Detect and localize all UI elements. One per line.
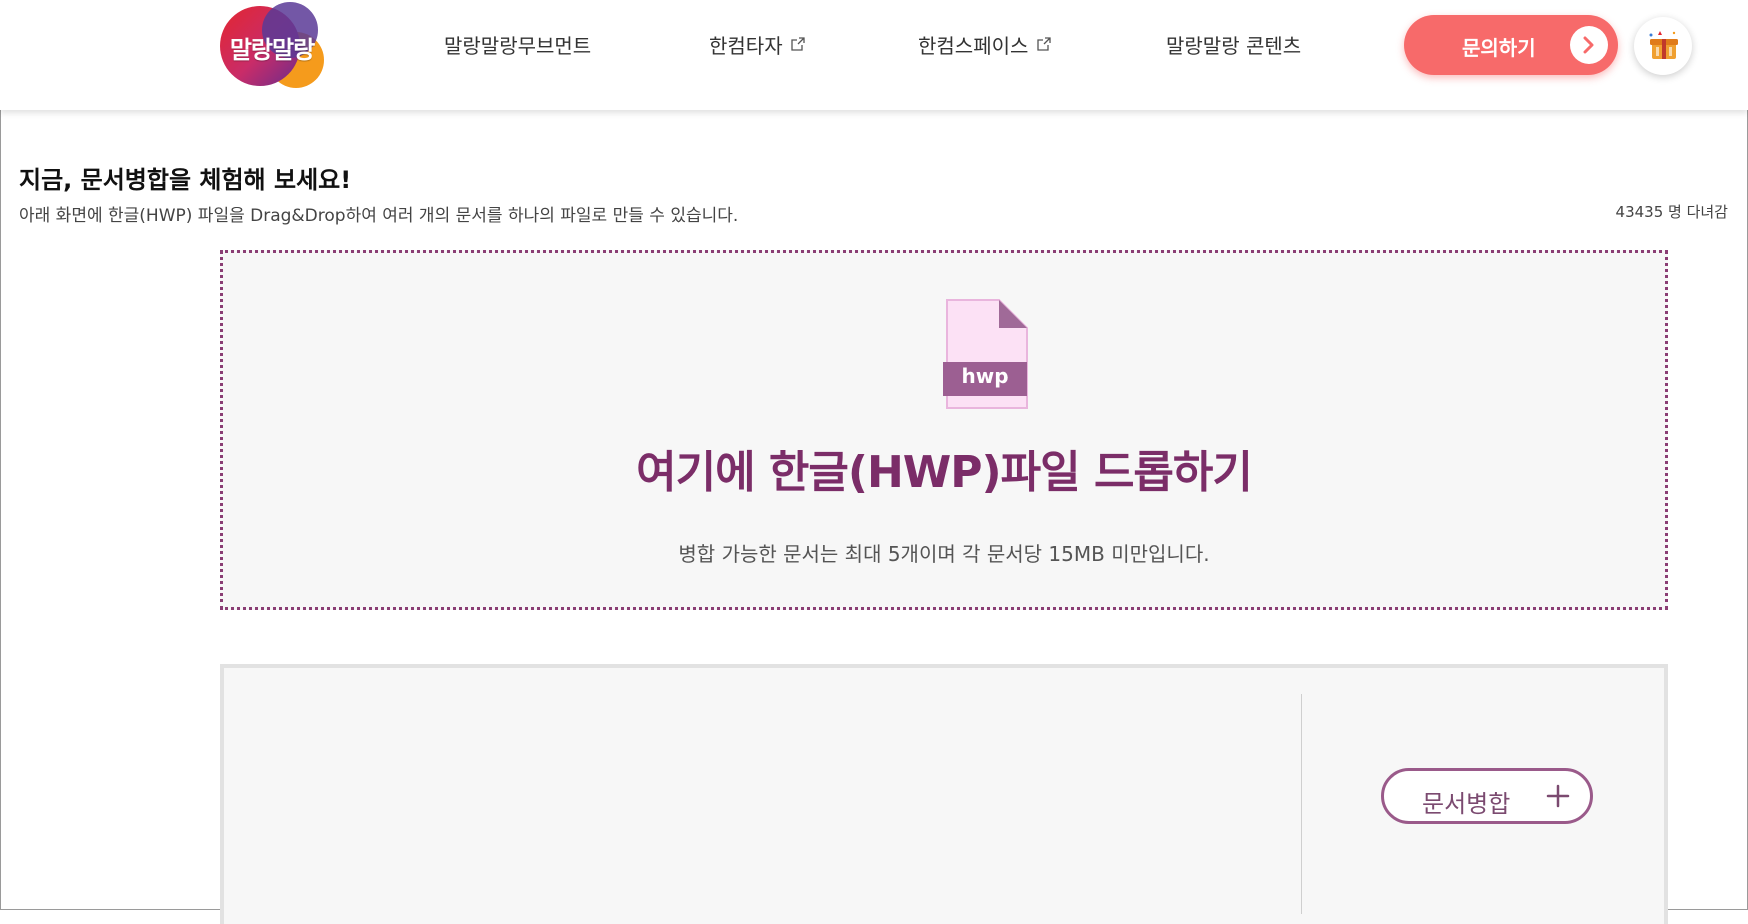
file-list <box>224 668 1300 924</box>
merge-button-label: 문서병합 <box>1422 790 1511 818</box>
drop-zone-hint: 병합 가능한 문서는 최대 5개이며 각 문서당 15MB 미만입니다. <box>678 542 1210 566</box>
contact-button-label: 문의하기 <box>1462 36 1536 60</box>
panel-divider <box>1301 694 1302 914</box>
page-subtitle: 아래 화면에 한글(HWP) 파일을 Drag&Drop하여 여러 개의 문서를… <box>19 206 739 226</box>
plus-icon <box>1546 784 1570 808</box>
nav-item-hancom-typing[interactable]: 한컴타자 <box>709 30 805 59</box>
nav-item-label: 한컴타자 <box>709 34 783 58</box>
chevron-right-icon <box>1570 26 1608 64</box>
nav-item-movement[interactable]: 말랑말랑무브먼트 <box>444 30 591 59</box>
page-title: 지금, 문서병합을 체험해 보세요! <box>19 166 352 194</box>
nav-item-label: 말랑말랑무브먼트 <box>444 34 592 58</box>
logo-text: 말랑말랑 <box>229 36 315 64</box>
nav-item-label: 한컴스페이스 <box>918 34 1029 58</box>
contact-button[interactable]: 문의하기 <box>1404 15 1618 75</box>
malangmalang-logo[interactable]: 말랑말랑 <box>216 0 328 92</box>
drop-zone-title: 여기에 한글(HWP)파일 드롭하기 <box>636 447 1253 498</box>
file-type-badge: hwp <box>961 364 1009 388</box>
merge-panel: 문서병합 <box>220 664 1668 924</box>
visitor-count: 43435 명 다녀감 <box>1615 203 1728 221</box>
hwp-drop-zone[interactable]: hwp 여기에 한글(HWP)파일 드롭하기 병합 가능한 문서는 최대 5개이… <box>220 250 1668 610</box>
external-link-icon <box>791 37 805 51</box>
merge-documents-button[interactable]: 문서병합 <box>1381 768 1593 824</box>
hwp-file-icon: hwp <box>943 298 1029 410</box>
nav-item-label: 말랑말랑 콘텐츠 <box>1166 34 1302 58</box>
site-header: 말랑말랑 말랑말랑무브먼트 한컴타자 한컴스페이스 말랑말랑 콘텐츠 문의하기 <box>0 0 1748 110</box>
external-link-icon <box>1037 37 1051 51</box>
nav-item-contents[interactable]: 말랑말랑 콘텐츠 <box>1166 30 1301 59</box>
gift-box-icon[interactable] <box>1634 17 1692 75</box>
nav-item-hancom-space[interactable]: 한컴스페이스 <box>918 30 1051 59</box>
